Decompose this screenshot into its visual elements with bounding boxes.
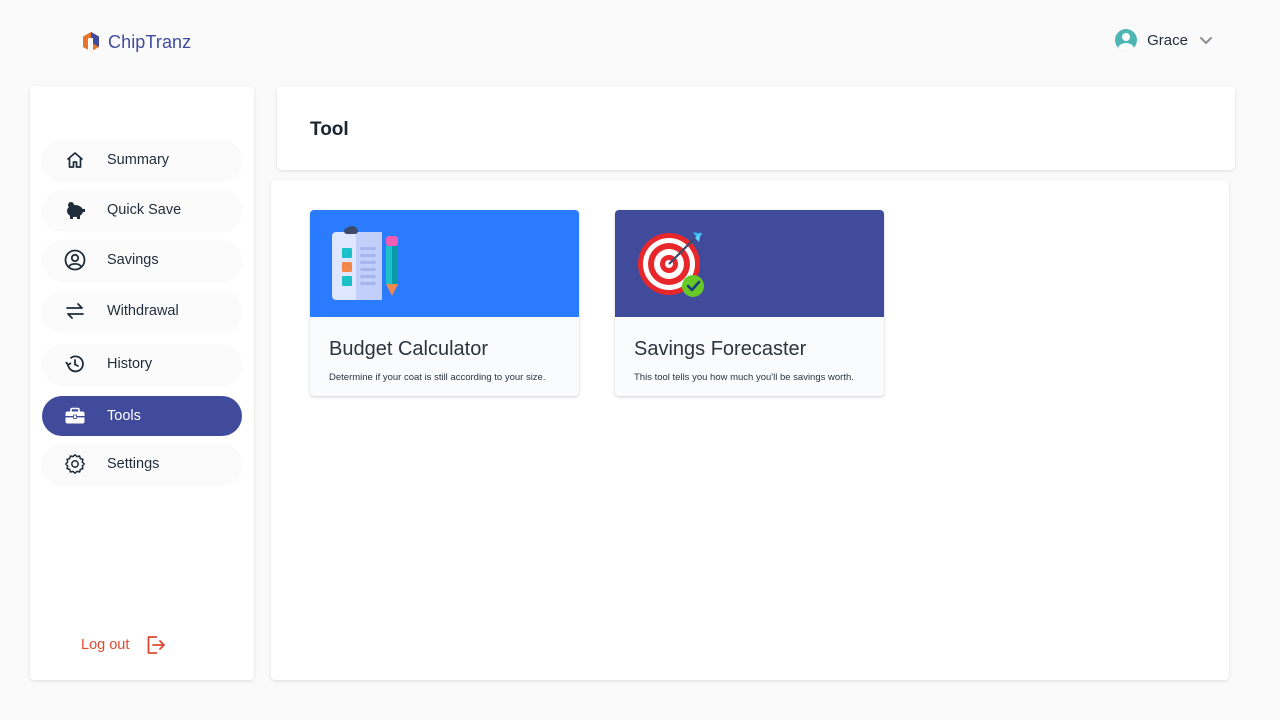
sidebar-item-settings[interactable]: Settings — [42, 444, 242, 484]
clipboard-pencil-icon — [332, 226, 398, 300]
chiptranz-logo-icon — [83, 32, 99, 52]
brand-name: ChipTranz — [108, 31, 192, 52]
page-header: Tool — [277, 86, 1235, 170]
tool-description: This tool tells you how much you'll be s… — [634, 372, 854, 383]
sidebar-item-label: Savings — [107, 252, 159, 268]
tool-title: Savings Forecaster — [634, 338, 807, 360]
sidebar-item-history[interactable]: History — [42, 344, 242, 384]
sidebar: Summary Quick Save Savings Withdrawal Hi… — [30, 86, 254, 680]
toolbox-icon — [64, 405, 86, 427]
gear-icon — [64, 453, 86, 475]
home-icon — [64, 149, 86, 171]
page-title: Tool — [310, 119, 349, 140]
sidebar-item-label: History — [107, 356, 153, 372]
sidebar-item-tools[interactable]: Tools — [42, 396, 242, 436]
transfer-arrows-icon — [64, 300, 86, 322]
sidebar-item-label: Tools — [107, 408, 141, 424]
user-menu[interactable]: Grace — [1115, 29, 1214, 51]
sidebar-item-label: Quick Save — [107, 202, 182, 218]
logout-button[interactable]: Log out — [81, 634, 167, 656]
sidebar-item-label: Summary — [107, 152, 170, 168]
history-icon — [64, 353, 86, 375]
user-name: Grace — [1147, 31, 1188, 49]
tool-description: Determine if your coat is still accordin… — [329, 372, 546, 383]
brand-logo[interactable]: ChipTranz — [80, 31, 191, 53]
logout-label: Log out — [81, 637, 130, 653]
sidebar-item-label: Settings — [107, 456, 160, 472]
tools-panel: Budget Calculator Determine if your coat… — [271, 180, 1229, 680]
tool-title: Budget Calculator — [329, 338, 488, 360]
tool-banner — [310, 210, 579, 317]
sidebar-item-savings[interactable]: Savings — [42, 240, 242, 280]
tool-card-savings-forecaster[interactable]: Savings Forecaster This tool tells you h… — [615, 210, 884, 396]
logout-icon — [147, 636, 166, 654]
tool-banner — [615, 210, 884, 317]
sidebar-item-withdrawal[interactable]: Withdrawal — [42, 291, 242, 331]
user-circle-icon — [64, 249, 86, 271]
piggy-bank-icon — [64, 199, 86, 221]
sidebar-item-quick-save[interactable]: Quick Save — [42, 190, 242, 230]
avatar-icon — [1115, 29, 1138, 51]
tool-card-budget-calculator[interactable]: Budget Calculator Determine if your coat… — [310, 210, 579, 396]
sidebar-item-label: Withdrawal — [107, 303, 179, 319]
sidebar-item-summary[interactable]: Summary — [42, 140, 242, 180]
chevron-down-icon[interactable] — [1198, 32, 1214, 48]
target-arrow-icon — [638, 232, 704, 297]
